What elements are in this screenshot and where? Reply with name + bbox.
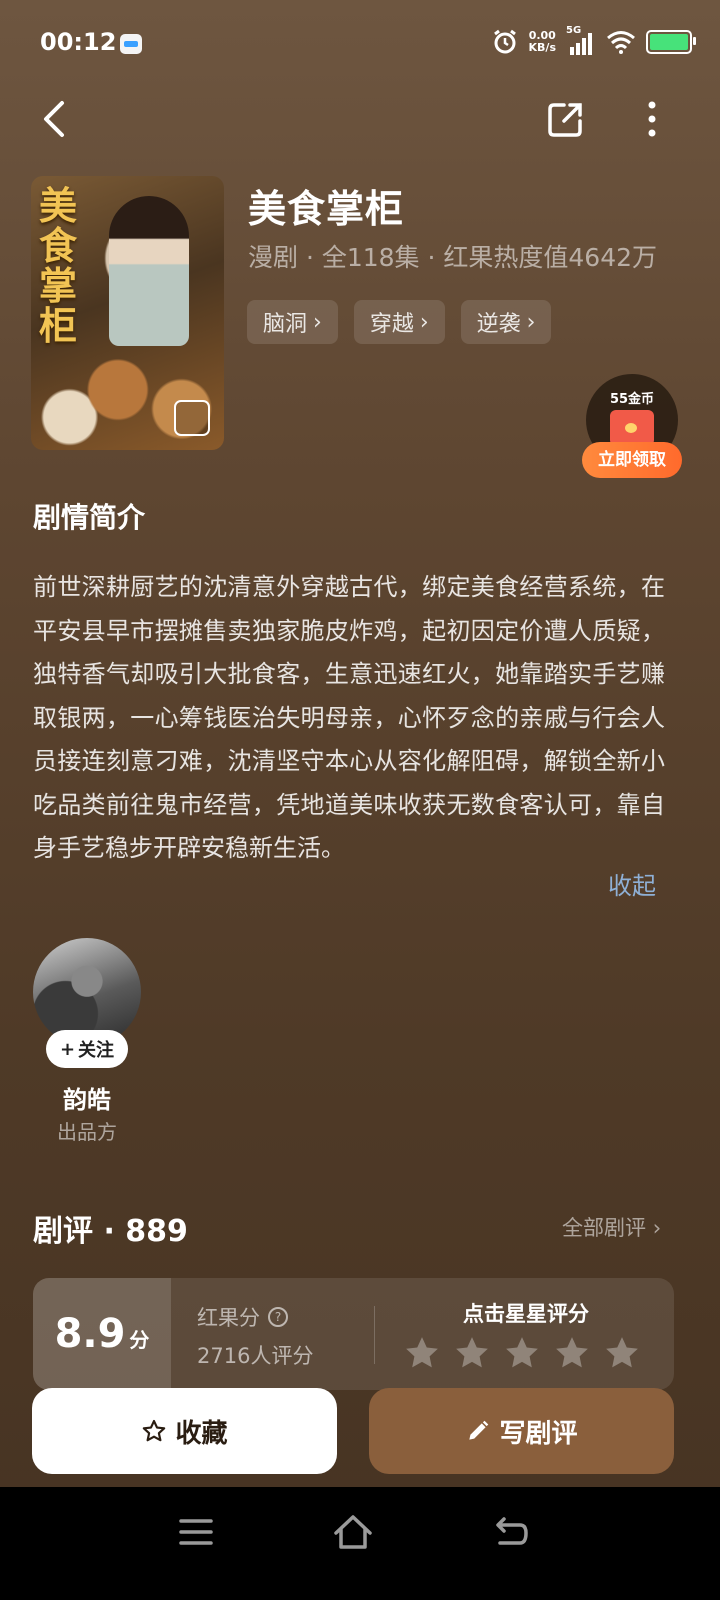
follow-button[interactable]: + 关注 — [46, 1030, 128, 1068]
more-vertical-icon[interactable] — [628, 95, 676, 143]
status-icons: 0.00 KB/s 5G — [491, 25, 696, 56]
review-label: 写剧评 — [499, 1418, 578, 1449]
collect-button[interactable]: 收藏 — [32, 1388, 337, 1474]
red-envelope-icon — [610, 410, 654, 446]
app-notification-icon — [120, 34, 142, 54]
alarm-icon — [493, 29, 516, 54]
producer-role: 出品方 — [57, 1120, 117, 1144]
star-rating — [403, 1334, 641, 1372]
chevron-right-icon: › — [419, 309, 429, 335]
status-time: 00:12 — [40, 28, 117, 56]
battery-icon — [646, 30, 696, 54]
rating-count: 2716人评分 — [197, 1344, 314, 1368]
star-outline-icon — [143, 1419, 166, 1442]
star-icon[interactable] — [453, 1334, 491, 1372]
rate-prompt: 点击星星评分 — [463, 1302, 589, 1326]
chevron-right-icon: › — [526, 309, 536, 335]
show-meta: 漫剧 · 全118集 · 红果热度值4642万 — [248, 243, 658, 272]
menu-icon[interactable] — [171, 1507, 221, 1557]
share-icon[interactable] — [542, 95, 590, 143]
tag-label: 逆袭 — [476, 312, 521, 337]
tag-label: 穿越 — [369, 312, 414, 337]
speed-unit: KB/s — [528, 41, 556, 54]
tag-item[interactable]: 穿越 › — [353, 300, 445, 344]
tag-item[interactable]: 脑洞 › — [247, 300, 338, 344]
score-box: 8.9 分 — [33, 1278, 171, 1390]
signal-icon: 5G — [566, 25, 596, 55]
synopsis-text: 前世深耕厨艺的沈清意外穿越古代，绑定美食经营系统，在平安县早市摆摊售卖独家脆皮炸… — [33, 573, 665, 862]
cover-image[interactable]: 美食掌柜 — [31, 176, 224, 450]
plus-icon: + — [59, 1038, 76, 1060]
all-reviews-link[interactable]: 全部剧评 › — [562, 1212, 661, 1242]
reviews-title: 剧评 · 889 — [33, 1214, 188, 1249]
star-icon[interactable] — [553, 1334, 591, 1372]
cover-character — [109, 196, 189, 346]
synopsis-title: 剧情简介 — [33, 501, 146, 534]
help-icon[interactable]: ? — [268, 1307, 288, 1327]
gallery-icon[interactable] — [174, 400, 210, 436]
follow-label: 关注 — [78, 1040, 115, 1061]
divider — [374, 1306, 375, 1364]
battery-fill — [650, 34, 688, 50]
score-label: 红果分 — [197, 1306, 260, 1330]
star-icon[interactable] — [603, 1334, 641, 1372]
chevron-right-icon: › — [313, 309, 322, 335]
collect-label: 收藏 — [175, 1418, 228, 1449]
tag-label: 脑洞 — [263, 312, 308, 337]
rating-card: 8.9 分 红果分 ? 2716人评分 点击星星评分 — [33, 1278, 674, 1390]
write-review-button[interactable]: 写剧评 — [369, 1388, 674, 1474]
star-icon[interactable] — [403, 1334, 441, 1372]
reward-coins: 55金币 — [609, 392, 655, 407]
tag-list: 脑洞 › 穿越 › 逆袭 › — [247, 300, 552, 344]
system-nav-bar — [0, 1487, 720, 1600]
chevron-right-icon: › — [652, 1216, 662, 1240]
tag-item[interactable]: 逆袭 › — [460, 300, 552, 344]
cover-title: 美食掌柜 — [39, 183, 78, 348]
network-speed: 0.00 KB/s — [529, 30, 556, 54]
score-unit: 分 — [129, 1327, 150, 1352]
star-icon[interactable] — [503, 1334, 541, 1372]
pencil-icon — [469, 1420, 489, 1440]
back-arrow-icon[interactable] — [30, 95, 78, 143]
wifi-icon — [607, 31, 635, 54]
producer-name[interactable]: 韵皓 — [33, 1080, 141, 1115]
show-title: 美食掌柜 — [248, 187, 405, 231]
score-label-row: 红果分 ? — [197, 1302, 288, 1332]
all-reviews-label: 全部剧评 — [562, 1216, 646, 1240]
score-value: 8.9 — [54, 1311, 126, 1357]
coin-reward-widget[interactable]: 55金币 立即领取 — [582, 374, 682, 480]
claim-button[interactable]: 立即领取 — [582, 442, 682, 478]
collapse-link[interactable]: 收起 — [608, 866, 656, 901]
back-icon[interactable] — [486, 1507, 536, 1557]
home-icon[interactable] — [328, 1507, 378, 1557]
